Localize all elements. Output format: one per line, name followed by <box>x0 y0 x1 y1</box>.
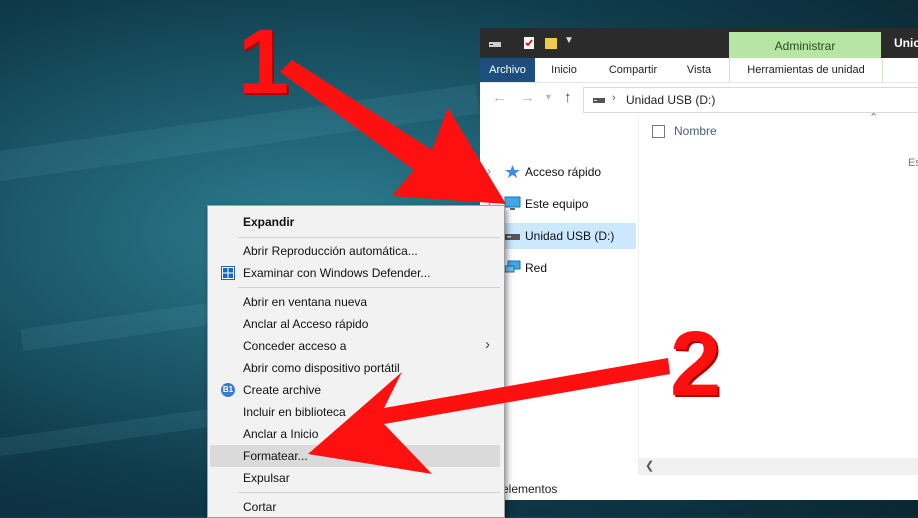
step-number-2: 2 <box>670 313 722 415</box>
graduation-cap-icon <box>652 476 688 496</box>
step-number-1: 1 <box>238 11 290 113</box>
watermark-text: XATAKA BASICS <box>698 474 888 500</box>
annotation-arrows <box>280 60 670 474</box>
arrow-2 <box>308 358 670 474</box>
arrow-1 <box>280 60 506 204</box>
